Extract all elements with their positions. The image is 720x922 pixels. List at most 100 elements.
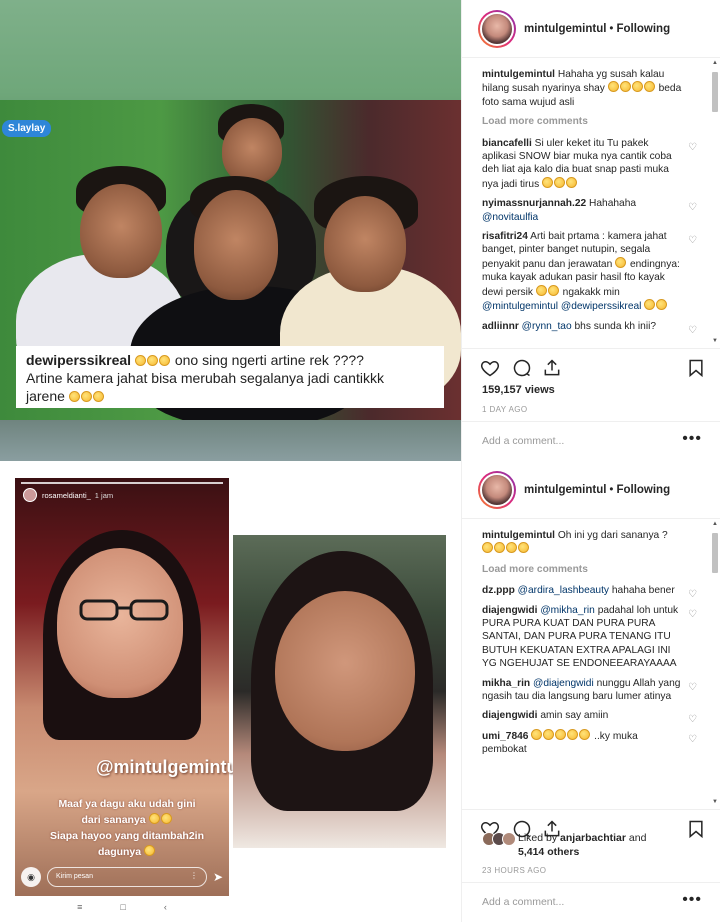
- comments-list[interactable]: mintulgemintul Oh ini yg dari sananya ? …: [462, 519, 720, 807]
- heart-icon[interactable]: ♡: [688, 609, 698, 620]
- comments-scrollbar[interactable]: ▲ ▼: [711, 60, 719, 344]
- add-comment-input[interactable]: Add a comment... •••: [462, 421, 720, 461]
- emoji-icon: [567, 728, 579, 740]
- comment: diajengwidi amin say amiin ♡: [482, 709, 698, 725]
- comment-username[interactable]: mintulgemintul: [482, 69, 555, 80]
- scroll-down-icon[interactable]: ▼: [712, 338, 718, 344]
- story-avatar: [23, 488, 37, 502]
- story-progress-bar: [21, 482, 223, 484]
- comment-mention[interactable]: @mintulgemintul: [482, 301, 558, 312]
- heart-icon[interactable]: ♡: [688, 142, 698, 153]
- comments-list[interactable]: mintulgemintul Hahaha yg susah kalau hil…: [462, 58, 720, 346]
- glasses-icon: [79, 599, 169, 621]
- comment-username[interactable]: adliinnr: [482, 321, 519, 332]
- heart-icon[interactable]: ♡: [688, 325, 698, 336]
- comment-mention[interactable]: @novitaulfia: [482, 212, 538, 223]
- comment: diajengwidi @mikha_rin padahal loh untuk…: [482, 604, 698, 671]
- story-time: 1 jam: [94, 490, 114, 500]
- person-face: [324, 196, 406, 292]
- laughing-emoji-icon: [92, 391, 104, 402]
- liked-by-others[interactable]: 5,414 others: [518, 846, 579, 858]
- story-reply-bar: ◉ Kirim pesan ⋮ ➤: [21, 866, 223, 888]
- bookmark-icon[interactable]: [686, 819, 706, 839]
- comment-mention[interactable]: @dewiperssikreal: [561, 301, 642, 312]
- comparison-photo: [233, 535, 446, 848]
- caption-comment: mintulgemintul Hahaha yg susah kalau hil…: [482, 68, 698, 109]
- comment-username[interactable]: umi_7846: [482, 731, 528, 742]
- avatar[interactable]: [478, 9, 516, 48]
- header-separator: •: [609, 483, 614, 496]
- laughing-emoji-icon: [494, 542, 505, 554]
- comment: nyimassnurjannah.22 Hahahaha @novitaulfi…: [482, 197, 698, 224]
- scroll-thumb[interactable]: [712, 533, 718, 573]
- caption-text: ono sing ngerti artine rek ????: [174, 352, 364, 368]
- more-options-icon[interactable]: •••: [682, 891, 702, 909]
- header-username[interactable]: mintulgemintul: [524, 23, 606, 35]
- avatar[interactable]: [478, 470, 516, 509]
- comment: adliinnr @rynn_tao bhs sunda kh inii? ♡: [482, 320, 698, 336]
- comment-mention[interactable]: @rynn_tao: [522, 321, 572, 332]
- comment-username[interactable]: diajengwidi: [482, 605, 537, 616]
- comment-bubble-icon[interactable]: [512, 358, 532, 378]
- laughing-emoji-icon: [68, 391, 80, 402]
- header-username[interactable]: mintulgemintul: [524, 484, 606, 496]
- comment-mention[interactable]: @mikha_rin: [540, 605, 595, 616]
- laughing-emoji-icon: [554, 176, 566, 188]
- laughing-emoji-icon: [644, 299, 656, 311]
- back-icon: ‹: [163, 902, 167, 912]
- post-sidebar: mintulgemintul • Following mintulgemintul …: [461, 0, 720, 461]
- comment-username[interactable]: risafitri24: [482, 231, 528, 242]
- heart-icon[interactable]: ♡: [688, 682, 698, 693]
- add-comment-placeholder: Add a comment...: [482, 435, 565, 447]
- comment-username[interactable]: mikha_rin: [482, 678, 530, 689]
- comment-username[interactable]: biancafelli: [482, 138, 532, 149]
- more-options-icon[interactable]: •••: [682, 430, 702, 448]
- laughing-emoji-icon: [506, 542, 517, 554]
- liked-by-avatars[interactable]: [482, 832, 516, 846]
- story-username: rosameldianti_: [42, 490, 91, 500]
- comment-username[interactable]: mintulgemintul: [482, 530, 555, 541]
- load-more-comments-button[interactable]: Load more comments: [482, 563, 698, 576]
- story-text-line: Siapa hayoo yang ditambah2in: [49, 830, 205, 842]
- send-icon: ➤: [212, 870, 223, 884]
- laughing-emoji-icon: [631, 81, 643, 93]
- emoji-icon: [579, 728, 591, 740]
- comment-text: Hahahaha: [589, 198, 637, 210]
- heart-icon[interactable]: ♡: [688, 734, 698, 745]
- post-header: mintulgemintul • Following: [462, 461, 720, 519]
- scroll-down-icon[interactable]: ▼: [712, 799, 718, 805]
- share-icon[interactable]: [542, 358, 562, 378]
- like-heart-icon[interactable]: [480, 358, 500, 378]
- bookmark-icon[interactable]: [686, 358, 706, 378]
- load-more-comments-button[interactable]: Load more comments: [482, 115, 698, 128]
- comment-username[interactable]: nyimassnurjannah.22: [482, 198, 586, 209]
- scroll-up-icon[interactable]: ▲: [712, 60, 718, 66]
- scroll-up-icon[interactable]: ▲: [712, 521, 718, 527]
- scroll-thumb[interactable]: [712, 72, 718, 112]
- liked-by: Liked by anjarbachtiar and 5,414 others: [482, 831, 646, 859]
- heart-icon[interactable]: ♡: [688, 203, 698, 213]
- comment-username[interactable]: dz.ppp: [482, 585, 515, 596]
- comment: dz.ppp @ardira_lashbeauty hahaha bener ♡: [482, 584, 698, 600]
- post-timestamp[interactable]: 1 DAY AGO: [482, 405, 528, 414]
- heart-icon[interactable]: ♡: [688, 590, 698, 600]
- post-media[interactable]: S.laylay dewiperssikreal ono sing ngerti…: [0, 0, 461, 461]
- laughing-emoji-icon: [482, 542, 493, 554]
- heart-icon[interactable]: ♡: [688, 715, 698, 725]
- liked-by-and: and: [628, 832, 647, 844]
- following-button[interactable]: Following: [616, 23, 670, 35]
- liked-by-user[interactable]: anjarbachtiar: [560, 832, 626, 844]
- add-comment-input[interactable]: Add a comment... •••: [462, 882, 720, 922]
- views-count[interactable]: 159,157 views: [482, 384, 555, 396]
- android-navbar: ≡ □ ‹: [15, 896, 229, 918]
- comment-mention[interactable]: @ardira_lashbeauty: [518, 585, 609, 596]
- comment-mention[interactable]: @diajengwidi: [533, 678, 594, 689]
- following-button[interactable]: Following: [616, 484, 670, 496]
- heart-icon[interactable]: ♡: [688, 236, 698, 246]
- post-timestamp[interactable]: 23 HOURS AGO: [482, 866, 546, 875]
- post-media[interactable]: rosameldianti_ 1 jam Maaf ya dagu aku ud…: [0, 461, 461, 922]
- post-header: mintulgemintul • Following: [462, 0, 720, 58]
- action-bar: [462, 348, 720, 384]
- comments-scrollbar[interactable]: ▲ ▼: [711, 521, 719, 805]
- comment-username[interactable]: diajengwidi: [482, 710, 537, 721]
